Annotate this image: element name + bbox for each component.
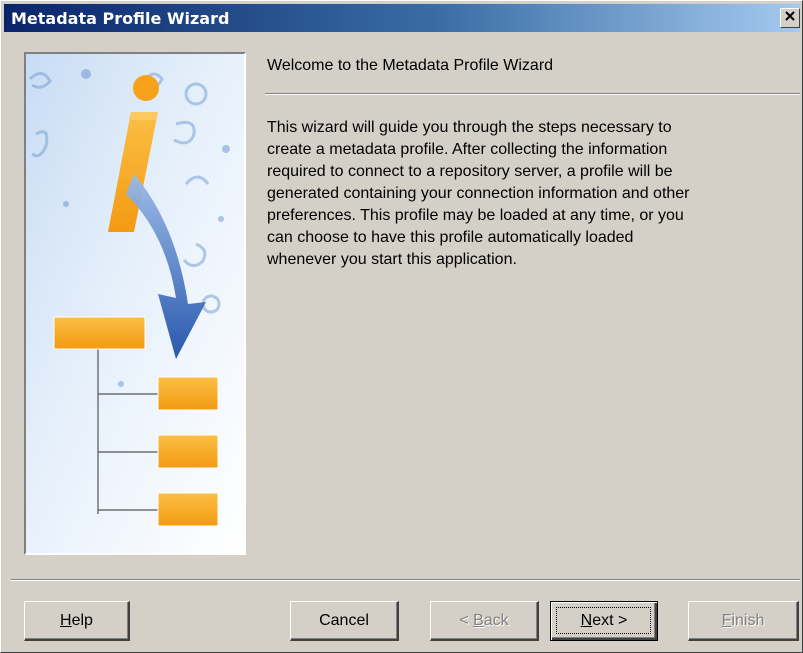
back-button[interactable]: < Back xyxy=(430,601,539,641)
next-button[interactable]: Next > xyxy=(550,601,658,641)
description-line: whenever you start this application. xyxy=(267,251,517,268)
footer-divider xyxy=(11,579,800,581)
help-button[interactable]: Help xyxy=(24,601,130,641)
description-line: required to connect to a repository serv… xyxy=(267,163,673,180)
description-line: can choose to have this profile automati… xyxy=(267,229,634,246)
wizard-window: Metadata Profile Wizard Welcome to the M… xyxy=(0,0,803,653)
description-line: create a metadata profile. After collect… xyxy=(267,141,668,158)
close-icon xyxy=(784,9,796,27)
description-line: This wizard will guide you through the s… xyxy=(267,119,672,136)
wizard-side-graphic xyxy=(24,52,246,555)
heading-divider xyxy=(265,93,800,95)
wizard-description: This wizard will guide you through the s… xyxy=(267,117,802,271)
help-button-label: Help xyxy=(60,611,93,629)
window-title: Metadata Profile Wizard xyxy=(11,9,230,28)
description-line: preferences. This profile may be loaded … xyxy=(267,207,684,224)
title-bar[interactable]: Metadata Profile Wizard xyxy=(4,4,800,32)
finish-button[interactable]: Finish xyxy=(688,601,799,641)
cancel-button[interactable]: Cancel xyxy=(290,601,399,641)
cancel-button-label: Cancel xyxy=(319,611,369,629)
close-button[interactable] xyxy=(780,8,800,28)
description-line: generated containing your connection inf… xyxy=(267,185,690,202)
next-button-label: Next > xyxy=(580,612,628,629)
wizard-heading: Welcome to the Metadata Profile Wizard xyxy=(267,57,554,74)
back-button-label: < Back xyxy=(459,611,509,629)
finish-button-label: Finish xyxy=(721,611,765,629)
